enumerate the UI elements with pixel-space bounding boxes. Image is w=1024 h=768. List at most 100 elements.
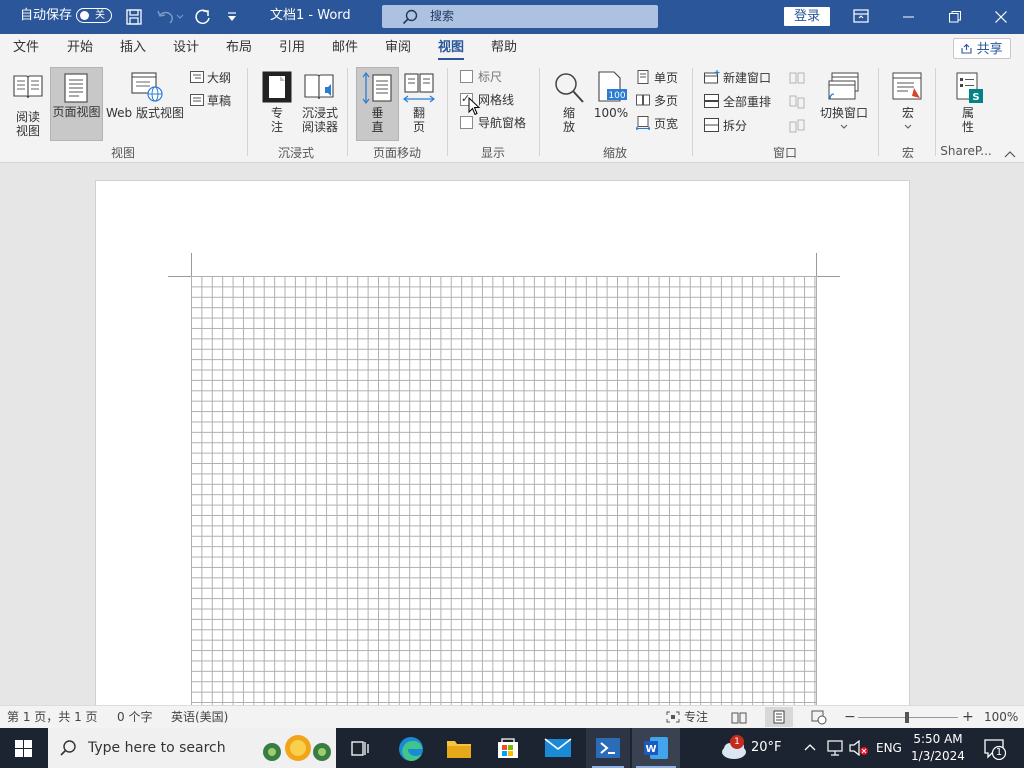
document-canvas[interactable] bbox=[0, 163, 1024, 705]
ruler-checkbox[interactable]: 标尺 bbox=[460, 69, 502, 85]
multiple-pages-button[interactable]: 多页 bbox=[636, 93, 678, 109]
tab-references[interactable]: 引用 bbox=[279, 34, 305, 62]
draft-icon bbox=[190, 94, 204, 106]
tab-review[interactable]: 审阅 bbox=[385, 34, 411, 62]
file-explorer-icon[interactable] bbox=[446, 737, 472, 759]
autosave-toggle[interactable]: 关 bbox=[76, 8, 112, 23]
autosave-label: 自动保存 bbox=[20, 8, 73, 23]
read-mode-button[interactable]: 阅读 视图 bbox=[8, 68, 48, 140]
taskbar-search-box[interactable]: Type here to search bbox=[48, 728, 336, 768]
properties-line2: 性 bbox=[961, 120, 974, 134]
search-icon bbox=[60, 740, 76, 756]
vertical-line2: 直 bbox=[371, 120, 384, 134]
properties-icon: S bbox=[956, 72, 983, 103]
focus-status-button[interactable]: 专注 bbox=[666, 706, 708, 728]
immersive-reader-label: 沉浸式 阅读器 bbox=[299, 106, 341, 134]
network-icon[interactable] bbox=[826, 740, 844, 756]
read-mode-status-icon[interactable] bbox=[731, 711, 747, 724]
close-button[interactable] bbox=[978, 0, 1024, 34]
minimize-button[interactable] bbox=[886, 0, 932, 34]
page-width-icon bbox=[635, 116, 651, 131]
input-language[interactable]: ENG bbox=[876, 728, 902, 768]
outline-icon bbox=[190, 71, 204, 83]
reset-window-position-icon[interactable] bbox=[789, 119, 805, 133]
immersive-reader-button[interactable]: 沉浸式 阅读器 bbox=[299, 68, 341, 140]
customize-qat-icon[interactable] bbox=[226, 11, 238, 23]
tab-design[interactable]: 设计 bbox=[173, 34, 199, 62]
search-placeholder: 搜索 bbox=[430, 9, 455, 23]
search-box[interactable]: 搜索 bbox=[382, 5, 658, 28]
print-layout-status-button[interactable] bbox=[765, 707, 793, 727]
print-layout-button[interactable]: 页面视图 bbox=[50, 67, 103, 141]
ruler-label: 标尺 bbox=[478, 70, 503, 84]
edge-browser-icon[interactable] bbox=[398, 736, 424, 762]
collapse-ribbon-icon[interactable] bbox=[1004, 150, 1016, 158]
language-status[interactable]: 英语(美国) bbox=[171, 706, 228, 728]
macros-label: 宏 bbox=[901, 106, 914, 120]
restore-button[interactable] bbox=[932, 0, 978, 34]
volume-muted-icon[interactable] bbox=[849, 740, 869, 756]
clock[interactable]: 5:50 AM 1/3/2024 bbox=[910, 731, 966, 767]
zoom-in-button[interactable]: + bbox=[962, 706, 974, 728]
word-taskbar-button[interactable]: W bbox=[632, 728, 680, 768]
page-movement-group-label: 页面移动 bbox=[372, 146, 421, 160]
web-layout-status-icon[interactable] bbox=[811, 710, 827, 725]
view-side-by-side-icon[interactable] bbox=[789, 72, 805, 86]
switch-windows-button[interactable]: 切换窗口 bbox=[816, 68, 872, 140]
share-button[interactable]: 共享 bbox=[953, 38, 1011, 59]
undo-icon[interactable] bbox=[156, 9, 184, 25]
page-count[interactable]: 第 1 页，共 1 页 bbox=[7, 706, 98, 728]
focus-label: 专注 bbox=[258, 106, 296, 134]
print-layout-icon bbox=[64, 73, 88, 103]
tab-file[interactable]: 文件 bbox=[13, 34, 39, 62]
windows-start-icon[interactable] bbox=[15, 740, 33, 758]
new-window-icon bbox=[704, 70, 720, 84]
zoom-100-button[interactable]: 100 100% bbox=[592, 68, 630, 140]
tab-help[interactable]: 帮助 bbox=[491, 34, 517, 62]
properties-button[interactable]: S 属性 bbox=[948, 68, 988, 140]
zoom-button[interactable]: 缩放 bbox=[551, 68, 587, 140]
tab-insert[interactable]: 插入 bbox=[120, 34, 146, 62]
arrange-all-button[interactable]: 全部重排 bbox=[704, 94, 771, 110]
one-page-label: 单页 bbox=[654, 71, 679, 85]
zoom-out-button[interactable]: − bbox=[844, 706, 856, 728]
focus-button[interactable]: 专注 bbox=[258, 68, 296, 140]
powershell-taskbar-button[interactable] bbox=[586, 728, 630, 768]
word-count[interactable]: 0 个字 bbox=[117, 706, 152, 728]
tab-view[interactable]: 视图 bbox=[438, 34, 465, 62]
tab-home[interactable]: 开始 bbox=[67, 34, 93, 62]
microsoft-store-icon[interactable] bbox=[496, 736, 520, 760]
vertical-button[interactable]: 垂直 bbox=[356, 67, 399, 141]
title-bar: 自动保存 关 文档1 - Word 搜索 登录 bbox=[0, 0, 1024, 34]
sync-scroll-icon[interactable] bbox=[789, 95, 805, 109]
web-layout-button[interactable]: Web 版式视图 bbox=[104, 68, 186, 140]
new-window-button[interactable]: 新建窗口 bbox=[704, 70, 771, 86]
zoom-level[interactable]: 100% bbox=[984, 706, 1018, 728]
signin-button[interactable]: 登录 bbox=[784, 7, 830, 26]
mail-icon[interactable] bbox=[544, 738, 572, 758]
document-page[interactable] bbox=[95, 180, 910, 705]
ribbon-display-options-icon[interactable] bbox=[853, 9, 869, 23]
outline-label: 大纲 bbox=[207, 71, 232, 85]
group-separator bbox=[692, 68, 693, 156]
tab-layout[interactable]: 布局 bbox=[226, 34, 252, 62]
gridlines bbox=[191, 276, 817, 705]
split-button[interactable]: 拆分 bbox=[704, 118, 747, 134]
save-icon[interactable] bbox=[126, 9, 142, 25]
nav-pane-checkbox[interactable]: 导航窗格 bbox=[460, 115, 526, 131]
one-page-button[interactable]: 单页 bbox=[636, 70, 678, 86]
macros-button[interactable]: 宏 bbox=[888, 68, 928, 140]
side-to-side-button[interactable]: 翻页 bbox=[400, 68, 438, 140]
show-hidden-icons-icon[interactable] bbox=[804, 742, 816, 752]
focus-line1: 专 bbox=[270, 106, 283, 120]
page-width-button[interactable]: 页宽 bbox=[635, 116, 678, 132]
outline-button[interactable]: 大纲 bbox=[190, 70, 231, 86]
weather-temperature[interactable]: 20°F bbox=[751, 728, 782, 768]
zoom-slider-thumb[interactable] bbox=[905, 712, 909, 723]
group-separator bbox=[347, 68, 348, 156]
side-to-side-icon bbox=[403, 73, 435, 103]
task-view-icon[interactable] bbox=[351, 739, 371, 757]
tab-mailings[interactable]: 邮件 bbox=[332, 34, 358, 62]
draft-button[interactable]: 草稿 bbox=[190, 93, 231, 109]
redo-icon[interactable] bbox=[194, 8, 212, 26]
